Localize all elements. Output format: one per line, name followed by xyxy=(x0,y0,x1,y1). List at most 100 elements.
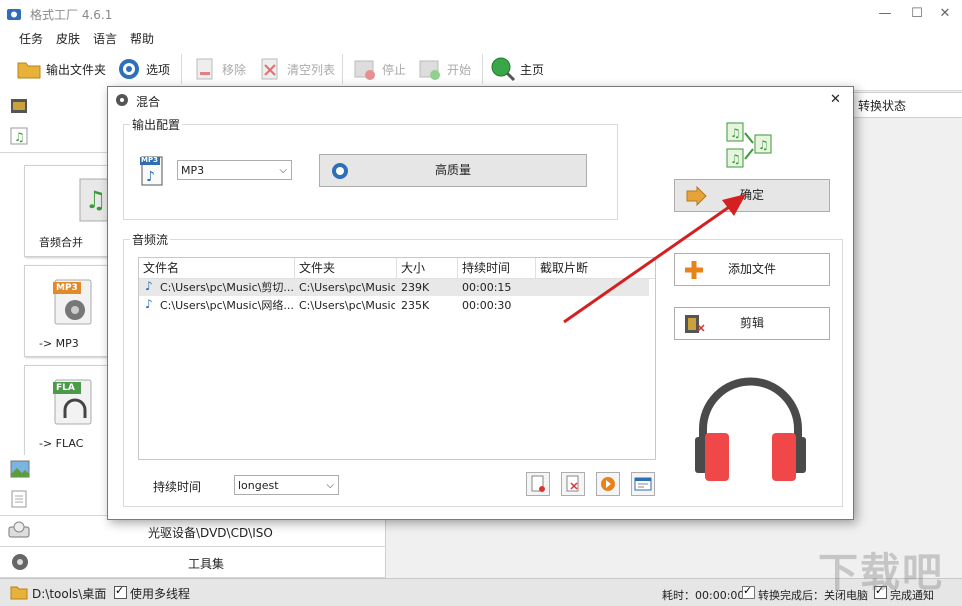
menu-language[interactable]: 语言 xyxy=(93,30,117,47)
menu-skin[interactable]: 皮肤 xyxy=(56,30,80,47)
clear-list-button[interactable]: 清空列表 xyxy=(257,54,335,84)
chevron-down-icon: ⌵ xyxy=(326,480,334,491)
duration-select[interactable]: longest ⌵ xyxy=(234,475,339,495)
headphones-icon xyxy=(693,377,808,485)
home-button[interactable]: 主页 xyxy=(490,54,544,84)
globe-search-icon xyxy=(490,56,516,82)
remove-button[interactable]: 移除 xyxy=(192,54,246,84)
options-label: 选项 xyxy=(146,62,171,77)
chevron-down-icon: ⌵ xyxy=(279,165,287,176)
duration-label: 持续时间 xyxy=(153,480,202,494)
audio-file-icon: ♪ xyxy=(145,279,153,293)
output-path[interactable]: D:\tools\桌面 xyxy=(32,585,106,602)
disc-drive-icon xyxy=(8,521,30,542)
quality-button[interactable]: 高质量 xyxy=(319,154,587,187)
toolbox-icon xyxy=(10,552,30,575)
output-folder-button[interactable]: 输出文件夹 xyxy=(16,54,106,84)
start-icon xyxy=(417,56,443,82)
cell-filename: C:\Users\pc\Music\网络... xyxy=(160,299,293,312)
cell-duration: 00:00:30 xyxy=(462,299,512,312)
folder-icon xyxy=(10,584,28,603)
column-header-size[interactable]: 大小 xyxy=(397,258,458,278)
start-label: 开始 xyxy=(447,62,472,77)
mp3-format-badge: MP3 xyxy=(141,156,158,164)
svg-text:♫: ♫ xyxy=(85,186,107,214)
menu-task[interactable]: 任务 xyxy=(19,30,43,47)
minimize-button[interactable]: — xyxy=(872,4,898,24)
stop-icon xyxy=(352,56,378,82)
svg-text:♫: ♫ xyxy=(730,126,741,140)
document-icon xyxy=(10,490,28,511)
dialog-icon xyxy=(114,92,130,111)
clear-items-button[interactable] xyxy=(561,472,585,496)
output-folder-label: 输出文件夹 xyxy=(46,62,107,77)
column-header-duration[interactable]: 持续时间 xyxy=(458,258,536,278)
quality-label: 高质量 xyxy=(434,163,471,177)
to-flac-tile[interactable]: FLA -> FLAC xyxy=(24,365,116,457)
svg-text:♫: ♫ xyxy=(14,130,25,144)
cell-duration: 00:00:15 xyxy=(462,281,512,294)
close-button[interactable]: ✕ xyxy=(932,4,958,24)
multithread-label: 使用多线程 xyxy=(130,587,191,601)
options-button[interactable]: 选项 xyxy=(116,54,170,84)
window-title: 格式工厂 4.6.1 xyxy=(30,8,113,22)
cell-folder: C:\Users\pc\Music xyxy=(299,281,395,294)
picture-icon xyxy=(10,460,30,481)
mp3-badge: MP3 xyxy=(56,283,78,293)
category-label: 光驱设备\DVD\CD\ISO xyxy=(148,526,273,540)
audio-file-icon: ♪ xyxy=(145,297,153,311)
column-header-folder[interactable]: 文件夹 xyxy=(295,258,397,278)
cell-size: 235K xyxy=(401,299,430,312)
play-button[interactable] xyxy=(596,472,620,496)
to-mp3-tile[interactable]: MP3 -> MP3 xyxy=(24,265,116,357)
menu-help[interactable]: 帮助 xyxy=(130,30,154,47)
home-label: 主页 xyxy=(520,62,545,77)
gear-icon xyxy=(116,56,142,82)
column-header-filename[interactable]: 文件名 xyxy=(139,258,295,278)
cell-size: 239K xyxy=(401,281,430,294)
folder-icon xyxy=(16,56,42,82)
audio-merge-tile[interactable]: ♫ 音频合并 xyxy=(24,165,116,257)
toolbar-separator xyxy=(181,54,182,84)
tile-label: 音频合并 xyxy=(39,236,83,249)
info-window-icon xyxy=(634,477,652,491)
output-config-group: 输出配置 ♪ MP3 MP3 ⌵ 高质量 xyxy=(123,116,618,220)
remove-file-icon xyxy=(531,475,545,492)
merge-files-icon: ♫ ♫ ♫ xyxy=(725,121,775,174)
info-button[interactable] xyxy=(631,472,655,496)
dialog-close-button[interactable]: ✕ xyxy=(830,92,841,107)
tile-label: -> MP3 xyxy=(39,337,79,350)
clear-list-icon xyxy=(257,56,283,82)
category-rom-device[interactable]: 光驱设备\DVD\CD\ISO xyxy=(0,516,385,547)
cell-filename: C:\Users\pc\Music\剪切... xyxy=(160,281,293,294)
svg-text:♫: ♫ xyxy=(758,138,769,152)
clear-list-icon xyxy=(566,475,579,492)
stop-button[interactable]: 停止 xyxy=(352,54,406,84)
clear-list-label: 清空列表 xyxy=(287,62,336,77)
flac-badge: FLA xyxy=(56,383,75,393)
svg-text:♪: ♪ xyxy=(146,169,155,185)
svg-text:♫: ♫ xyxy=(730,152,741,166)
remove-label: 移除 xyxy=(222,62,247,77)
stop-label: 停止 xyxy=(382,62,407,77)
category-toolbox[interactable]: 工具集 xyxy=(0,547,385,578)
elapsed-time: 耗时：00:00:00 xyxy=(662,589,745,602)
annotation-arrow-icon xyxy=(563,194,746,324)
multithread-checkbox[interactable] xyxy=(114,584,127,600)
start-button[interactable]: 开始 xyxy=(417,54,471,84)
music-note-icon: ♫ xyxy=(10,127,28,148)
watermark-logo: 下载吧 xyxy=(818,550,944,596)
conversion-status-header: 转换状态 xyxy=(851,92,962,118)
format-select-value: MP3 xyxy=(181,164,205,177)
category-label: 工具集 xyxy=(188,557,225,571)
remove-item-button[interactable] xyxy=(526,472,550,496)
maximize-button[interactable]: ☐ xyxy=(904,4,930,24)
play-icon xyxy=(601,477,615,491)
conversion-status-label: 转换状态 xyxy=(858,99,907,113)
duration-select-value: longest xyxy=(238,479,279,492)
after-convert-checkbox[interactable] xyxy=(742,584,755,600)
app-logo-icon xyxy=(6,6,22,22)
format-select[interactable]: MP3 ⌵ xyxy=(177,160,292,180)
cell-folder: C:\Users\pc\Music xyxy=(299,299,395,312)
title-bar xyxy=(0,0,962,28)
